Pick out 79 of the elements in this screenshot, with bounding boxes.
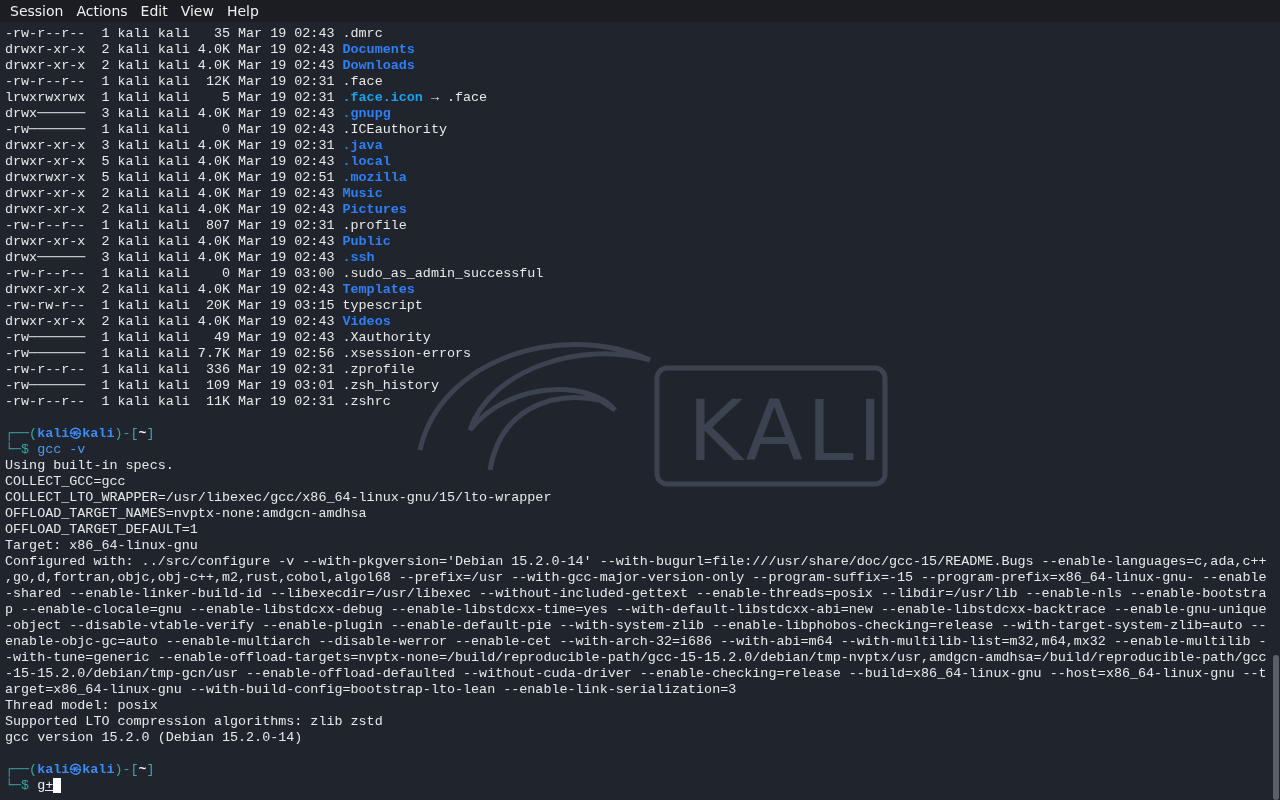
file-details: drwxr-xr-x 2 kali kali 4.0K Mar 19 02:43 bbox=[5, 202, 336, 218]
file-details: drwxr-xr-x 2 kali kali 4.0K Mar 19 02:43 bbox=[5, 282, 336, 298]
output-line: Configured with: ../src/configure -v --with-pkgversion='Debian 15.2.0-14' --with-bugurl=file:///usr/share/doc/gcc-15/README.Bugs --enable-languages=c,ada,c++ bbox=[5, 554, 1267, 570]
file-details: -rw-r--r-- 1 kali kali 35 Mar 19 02:43 bbox=[5, 26, 336, 42]
output-line: OFFLOAD_TARGET_DEFAULT=1 bbox=[5, 522, 198, 538]
file-details: -rw-r--r-- 1 kali kali 0 Mar 19 03:00 bbox=[5, 266, 336, 282]
output-line: Thread model: posix bbox=[5, 698, 158, 714]
command-text: gcc -v bbox=[37, 442, 86, 458]
file-name: .dmrc bbox=[342, 26, 383, 42]
output-line: Target: x86_64-linux-gnu bbox=[5, 538, 198, 554]
file-name: Templates bbox=[342, 282, 415, 298]
prompt-line: ┌──(kali㉿kali)-[~] bbox=[5, 426, 155, 442]
file-name: Pictures bbox=[342, 202, 407, 218]
menu-item[interactable]: Actions bbox=[70, 0, 135, 22]
file-name: .zprofile bbox=[342, 362, 415, 378]
file-details: drwxr-xr-x 2 kali kali 4.0K Mar 19 02:43 bbox=[5, 314, 336, 330]
output-line: COLLECT_GCC=gcc bbox=[5, 474, 126, 490]
file-details: -rw-r--r-- 1 kali kali 12K Mar 19 02:31 bbox=[5, 74, 336, 90]
output-line: arget=x86_64-linux-gnu --with-build-config=bootstrap-lto-lean --enable-link-serialization=3 bbox=[5, 682, 737, 698]
file-details: drwx────── 3 kali kali 4.0K Mar 19 02:43 bbox=[5, 250, 336, 266]
prompt-symbol: └─$ bbox=[5, 442, 30, 458]
menu-item[interactable]: Edit bbox=[134, 0, 175, 22]
file-details: -rw─────── 1 kali kali 0 Mar 19 02:43 bbox=[5, 122, 336, 138]
file-details: -rw─────── 1 kali kali 49 Mar 19 02:43 bbox=[5, 330, 336, 346]
output-line: enable-objc-gc=auto --enable-multiarch --disable-werror --enable-cet --with-arch-32=i686 --with-abi=m64 --with-multilib-list=m32,m64,mx32 --enable-multilib - bbox=[5, 634, 1267, 650]
file-name: .gnupg bbox=[342, 106, 391, 122]
file-details: -rw-r--r-- 1 kali kali 336 Mar 19 02:31 bbox=[5, 362, 336, 378]
file-name: .face.icon bbox=[342, 90, 423, 106]
file-details: drwxr-xr-x 3 kali kali 4.0K Mar 19 02:31 bbox=[5, 138, 336, 154]
file-details: drwxr-xr-x 2 kali kali 4.0K Mar 19 02:43 bbox=[5, 234, 336, 250]
file-name: .profile bbox=[342, 218, 407, 234]
scrollbar-thumb[interactable] bbox=[1273, 655, 1279, 800]
file-name: .face bbox=[342, 74, 383, 90]
menu-item[interactable]: Help bbox=[220, 0, 266, 22]
file-name: .mozilla bbox=[342, 170, 407, 186]
file-details: drwxrwxr-x 5 kali kali 4.0K Mar 19 02:51 bbox=[5, 170, 336, 186]
output-line: OFFLOAD_TARGET_NAMES=nvptx-none:amdgcn-amdhsa bbox=[5, 506, 367, 522]
output-line: Using built-in specs. bbox=[5, 458, 174, 474]
file-details: drwxr-xr-x 2 kali kali 4.0K Mar 19 02:43 bbox=[5, 58, 336, 74]
output-line: gcc version 15.2.0 (Debian 15.2.0-14) bbox=[5, 730, 303, 746]
file-name: .Xauthority bbox=[342, 330, 431, 346]
command-text: g+ bbox=[37, 778, 54, 794]
file-details: lrwxrwxrwx 1 kali kali 5 Mar 19 02:31 bbox=[5, 90, 336, 106]
file-name: .ssh bbox=[342, 250, 375, 266]
file-details: drwxr-xr-x 5 kali kali 4.0K Mar 19 02:43 bbox=[5, 154, 336, 170]
prompt-symbol: └─$ bbox=[5, 778, 30, 794]
file-name: Public bbox=[342, 234, 391, 250]
menu-item[interactable]: Session bbox=[4, 0, 71, 22]
file-details: -rw-rw-r-- 1 kali kali 20K Mar 19 03:15 bbox=[5, 298, 336, 314]
output-line: Supported LTO compression algorithms: zlib zstd bbox=[5, 714, 383, 730]
menu-item[interactable]: View bbox=[174, 0, 221, 22]
file-name: Downloads bbox=[342, 58, 415, 74]
output-line: -with-tune=generic --enable-offload-targets=nvptx-none=/build/reproducible-path/gcc-15-15.2.0/debian/tmp-nvptx/usr,amdgcn-amdhsa=/build/reproducible-path/gcc bbox=[5, 650, 1267, 666]
output-line: ,go,d,fortran,objc,obj-c++,m2,rust,cobol,algol68 --prefix=/usr --with-gcc-major-version-only --program-suffix=-15 --program-prefix=x86_64-linux-gnu- --enable bbox=[5, 570, 1267, 586]
output-line: -shared --enable-linker-build-id --libexecdir=/usr/libexec --without-included-gettext --enable-threads=posix --libdir=/usr/lib --enable-nls --enable-bootstra bbox=[5, 586, 1267, 602]
file-details: -rw─────── 1 kali kali 109 Mar 19 03:01 bbox=[5, 378, 336, 394]
file-details: drwxr-xr-x 2 kali kali 4.0K Mar 19 02:43 bbox=[5, 186, 336, 202]
file-name: .sudo_as_admin_successful bbox=[342, 266, 544, 282]
file-name: .zsh_history bbox=[342, 378, 439, 394]
file-details: -rw─────── 1 kali kali 7.7K Mar 19 02:56 bbox=[5, 346, 336, 362]
file-name: typescript bbox=[342, 298, 423, 314]
file-name: Videos bbox=[342, 314, 391, 330]
file-name: .xsession-errors bbox=[342, 346, 472, 362]
file-name: .java bbox=[342, 138, 383, 154]
file-details: -rw-r--r-- 1 kali kali 807 Mar 19 02:31 bbox=[5, 218, 336, 234]
file-name: .zshrc bbox=[342, 394, 391, 410]
file-name: Documents bbox=[342, 42, 415, 58]
file-name: Music bbox=[342, 186, 383, 202]
prompt-line: ┌──(kali㉿kali)-[~] bbox=[5, 762, 155, 778]
link-target: → .face bbox=[429, 90, 488, 106]
output-line: -15-15.2.0/debian/tmp-gcn/usr --enable-offload-defaulted --without-cuda-driver --enable-checking=release --build=x86_64-linux-gnu --host=x86_64-linux-gnu --t bbox=[5, 666, 1267, 682]
file-name: .ICEauthority bbox=[342, 122, 447, 138]
file-details: -rw-r--r-- 1 kali kali 11K Mar 19 02:31 bbox=[5, 394, 336, 410]
file-details: drwx────── 3 kali kali 4.0K Mar 19 02:43 bbox=[5, 106, 336, 122]
output-line: -object --disable-vtable-verify --enable-plugin --enable-default-pie --with-system-zlib --enable-libphobos-checking=release --with-target-system-zlib=auto -- bbox=[5, 618, 1267, 634]
output-line: COLLECT_LTO_WRAPPER=/usr/libexec/gcc/x86_64-linux-gnu/15/lto-wrapper bbox=[5, 490, 552, 506]
file-details: drwxr-xr-x 2 kali kali 4.0K Mar 19 02:43 bbox=[5, 42, 336, 58]
file-name: .local bbox=[342, 154, 391, 170]
output-line: p --enable-clocale=gnu --enable-libstdcxx-debug --enable-libstdcxx-time=yes --with-default-libstdcxx-abi=new --enable-libstdcxx-backtrace --enable-gnu-unique bbox=[5, 602, 1267, 618]
